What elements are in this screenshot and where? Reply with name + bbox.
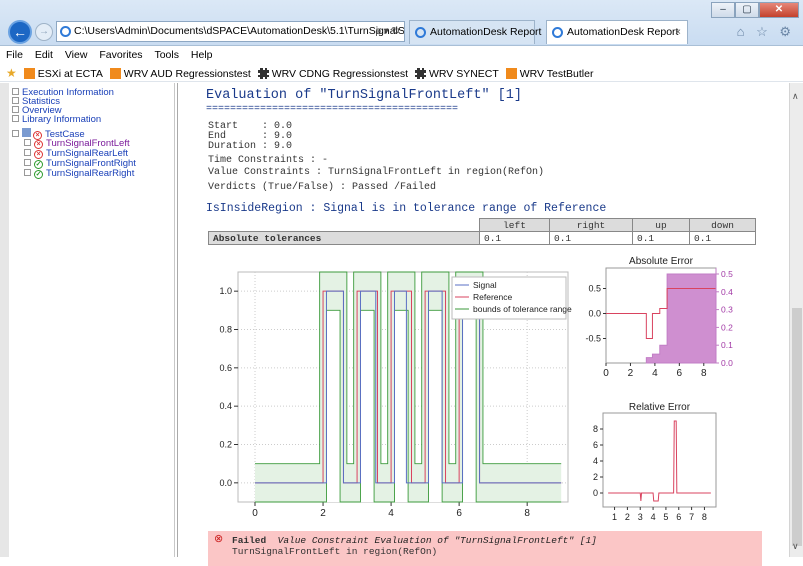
- rel-y-tick-label: 2: [593, 472, 598, 482]
- abs-y2-tick-label: 0.5: [721, 269, 733, 279]
- abs-x-tick-label: 4: [652, 368, 658, 379]
- rel-error-title: Relative Error: [629, 402, 691, 413]
- y-tick-label: 0.8: [219, 325, 232, 335]
- rel-y-tick-label: 4: [593, 456, 598, 466]
- abs-x-tick-label: 8: [701, 368, 707, 379]
- scroll-up-icon[interactable]: ∧: [792, 91, 799, 102]
- rel-x-tick-label: 5: [663, 512, 668, 522]
- abs-x-tick-label: 0: [603, 368, 609, 379]
- abs-y-tick-label: 0.0: [588, 309, 601, 319]
- abs-y-tick-label: 0.5: [588, 284, 601, 294]
- rel-x-tick-label: 6: [676, 512, 681, 522]
- y-tick-label: 0.0: [219, 478, 232, 488]
- abs-y2-tick-label: 0.0: [721, 358, 733, 368]
- charts-layer: 0 2 4 6 8 0.0 0.2 0.4 0.6 0.8 1.0 Signal Reference bo…: [219, 256, 733, 522]
- rel-x-tick-label: 2: [625, 512, 630, 522]
- x-tick-label: 2: [320, 508, 326, 519]
- rel-x-tick-label: 3: [638, 512, 643, 522]
- x-tick-label: 0: [252, 508, 258, 519]
- rel-y-tick-label: 8: [593, 424, 598, 434]
- x-tick-label: 8: [524, 508, 530, 519]
- y-tick-label: 1.0: [219, 286, 232, 296]
- y-tick-label: 0.2: [219, 440, 232, 450]
- abs-y2-tick-label: 0.4: [721, 287, 733, 297]
- abs-y2-tick-label: 0.3: [721, 305, 733, 315]
- legend-label: Reference: [473, 292, 512, 302]
- vertical-scrollbar[interactable]: ∧ ∨: [789, 83, 803, 557]
- abs-y2-tick-label: 0.2: [721, 322, 733, 332]
- rel-x-tick-label: 8: [702, 512, 707, 522]
- scroll-down-icon[interactable]: ∨: [792, 541, 799, 552]
- legend-label: Signal: [473, 280, 497, 290]
- rel-y-tick-label: 0: [593, 488, 598, 498]
- abs-x-tick-label: 2: [628, 368, 634, 379]
- legend-label: bounds of tolerance range: [473, 304, 572, 314]
- abs-y2-tick-label: 0.1: [721, 340, 733, 350]
- y-tick-label: 0.6: [219, 363, 232, 373]
- scroll-thumb[interactable]: [792, 308, 802, 546]
- abs-error-title: Absolute Error: [629, 256, 694, 267]
- rel-x-tick-label: 7: [689, 512, 694, 522]
- x-tick-label: 4: [388, 508, 394, 519]
- abs-y-tick-label: -0.5: [585, 334, 601, 344]
- x-tick-label: 6: [456, 508, 462, 519]
- abs-x-tick-label: 6: [677, 368, 683, 379]
- y-tick-label: 0.4: [219, 401, 232, 411]
- rel-x-tick-label: 4: [651, 512, 656, 522]
- rel-x-tick-label: 1: [612, 512, 617, 522]
- rel-y-tick-label: 6: [593, 440, 598, 450]
